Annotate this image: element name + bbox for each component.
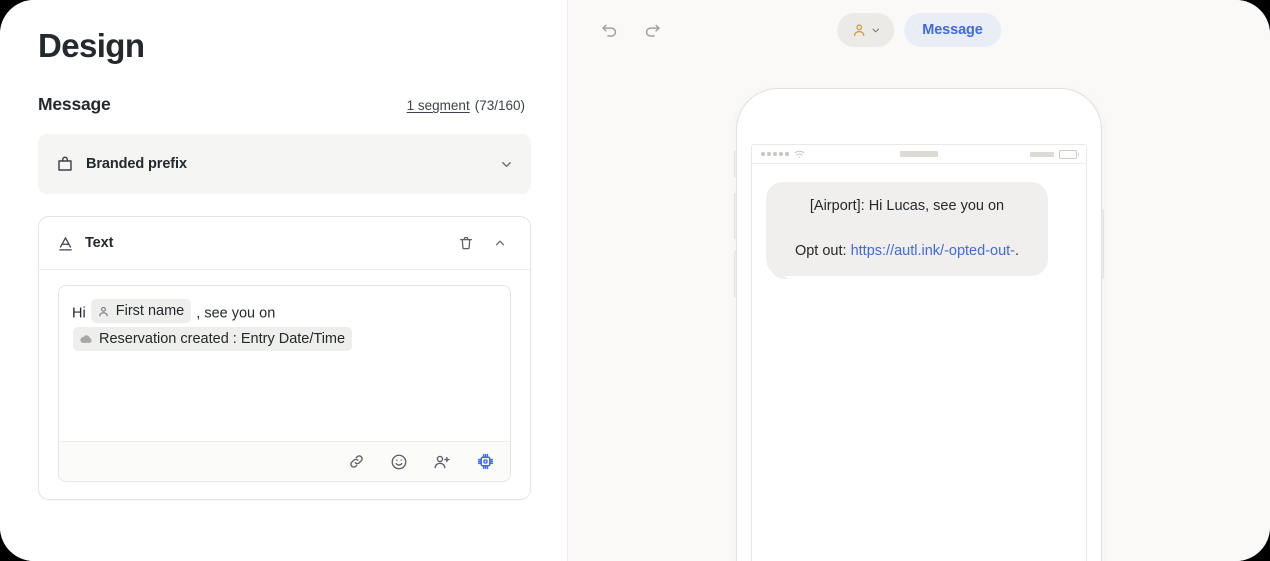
text-block-card: Text Hi First name , see you on Reservat…: [38, 216, 531, 500]
message-label: Message: [38, 94, 111, 114]
preview-toolbar: Message: [568, 0, 1270, 60]
undo-icon[interactable]: [595, 16, 623, 44]
page-title: Design: [38, 27, 145, 64]
delete-text-block-button[interactable]: [453, 230, 479, 256]
person-icon: [99, 306, 108, 316]
phone-power-button: [1101, 209, 1104, 279]
token-chip-first-name[interactable]: First name: [90, 299, 192, 323]
segment-meta: 1 segment (73/160): [407, 98, 525, 113]
signal-dots-icon: [761, 152, 789, 156]
phone-status-time-placeholder: [900, 151, 938, 157]
text-block-header[interactable]: Text: [39, 217, 530, 270]
emoji-icon[interactable]: [388, 451, 410, 473]
text-block-body: Hi First name , see you on Reservation c…: [39, 270, 530, 499]
battery-icon: [1059, 149, 1079, 159]
chip-ai-icon[interactable]: [474, 451, 496, 473]
branded-prefix-title: Branded prefix: [86, 156, 187, 172]
phone-volume-down-button: [734, 251, 737, 297]
text-block-title: Text: [85, 235, 114, 251]
design-panel: Design Message 1 segment (73/160) Branded…: [0, 0, 567, 561]
wifi-icon: [794, 150, 804, 158]
cloud-icon: [80, 334, 92, 343]
undo-redo-group: [595, 16, 666, 44]
preview-panel: Message [Airport]: Hi Lucas, see you on …: [567, 0, 1270, 561]
preview-mode-group: Message: [837, 13, 1001, 47]
phone-screen: [Airport]: Hi Lucas, see you on Opt out:…: [751, 144, 1087, 561]
optout-prefix: Opt out:: [794, 243, 851, 259]
recipient-selector[interactable]: [837, 13, 895, 47]
tab-message-label: Message: [922, 22, 983, 38]
optout-suffix: .: [1015, 243, 1020, 259]
redo-icon[interactable]: [638, 16, 666, 44]
editor-text-middle: , see you on: [196, 305, 276, 322]
collapse-text-block-button[interactable]: [487, 230, 513, 256]
tab-message[interactable]: Message: [904, 13, 1001, 47]
message-editor-content[interactable]: Hi First name , see you on Reservation c…: [59, 286, 510, 441]
token-chip-reservation-label: Reservation created : Entry Date/Time: [99, 330, 346, 347]
phone-status-bar: [752, 145, 1086, 164]
branded-prefix-block[interactable]: Branded prefix: [38, 134, 531, 194]
phone-status-right: [1030, 149, 1079, 159]
message-section-header: Message 1 segment (73/160): [38, 94, 531, 115]
message-bubble-line-1: [Airport]: Hi Lucas, see you on: [809, 198, 1005, 214]
app-window: Design Message 1 segment (73/160) Branded…: [0, 0, 1270, 561]
chevron-down-icon[interactable]: [499, 157, 514, 172]
phone-chat-area: [Airport]: Hi Lucas, see you on Opt out:…: [752, 164, 1086, 276]
person-icon: [854, 24, 865, 36]
add-person-icon[interactable]: [431, 451, 453, 473]
text-format-icon: [57, 235, 74, 252]
character-count: (73/160): [474, 98, 525, 113]
token-chip-first-name-label: First name: [115, 303, 185, 319]
editor-toolbar: [59, 441, 510, 481]
link-icon[interactable]: [345, 451, 367, 473]
phone-preview: [Airport]: Hi Lucas, see you on Opt out:…: [734, 88, 1104, 561]
editor-text-prefix: Hi: [72, 305, 86, 322]
phone-carrier-placeholder: [1030, 151, 1054, 157]
segment-link[interactable]: 1 segment: [407, 98, 470, 113]
message-bubble-line-2: Opt out: https://autl.ink/-opted-out-.: [782, 241, 1032, 261]
message-editor: Hi First name , see you on Reservation c…: [58, 285, 511, 482]
optout-link[interactable]: https://autl.ink/-opted-out-: [851, 243, 1015, 259]
phone-mute-button: [734, 151, 737, 177]
phone-volume-up-button: [734, 193, 737, 239]
bag-icon: [56, 155, 74, 173]
token-chip-reservation[interactable]: Reservation created : Entry Date/Time: [73, 326, 353, 351]
message-bubble: [Airport]: Hi Lucas, see you on Opt out:…: [766, 182, 1048, 276]
chevron-down-icon: [872, 28, 880, 32]
